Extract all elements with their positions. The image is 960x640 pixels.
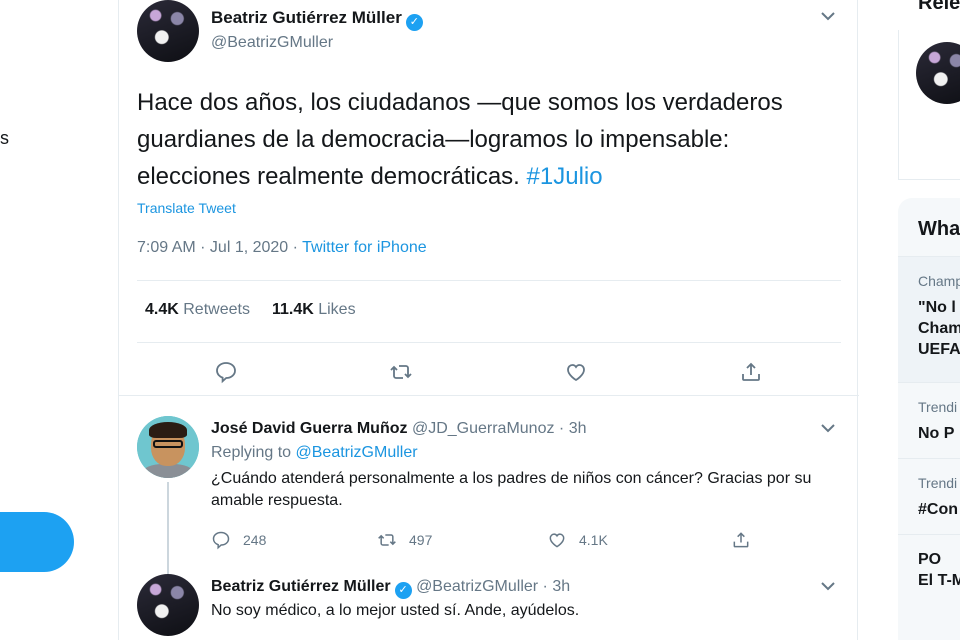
reply-author-row: José David Guerra Muñoz @JD_GuerraMunoz … <box>211 420 586 438</box>
reply-like-button[interactable]: 4.1K <box>547 528 608 552</box>
reply-text: No soy médico, a lo mejor usted sí. Ande… <box>211 602 580 619</box>
trend-title: No P <box>918 425 955 442</box>
trend-item[interactable]: PO El T-M <box>898 534 960 640</box>
reply-handle-time[interactable]: @BeatrizGMuller · 3h <box>416 578 570 595</box>
reply-button[interactable] <box>208 354 244 390</box>
reply-author-name[interactable]: José David Guerra Muñoz <box>211 420 408 437</box>
reply-tweet[interactable]: Beatriz Gutiérrez Müller ✓ @BeatrizGMulle… <box>119 564 859 640</box>
whats-happening-header: Wha <box>918 218 960 240</box>
retweets-label: Retweets <box>183 301 250 318</box>
reply-author-avatar[interactable] <box>137 416 199 478</box>
likes-count: 11.4K <box>271 301 314 318</box>
like-button[interactable] <box>558 354 594 390</box>
reply-text: ¿Cuándo atenderá personalmente a los pad… <box>211 470 812 509</box>
retweets-stat[interactable]: 4.4K Retweets <box>145 301 250 318</box>
reply-icon <box>212 531 230 550</box>
reply-tweet[interactable]: José David Guerra Muñoz @JD_GuerraMunoz … <box>119 404 859 578</box>
reply-reply-button[interactable]: 248 <box>211 528 266 552</box>
trend-item[interactable]: Champ "No l Cham UEFA <box>898 256 960 382</box>
chevron-down-icon[interactable] <box>821 420 835 436</box>
share-icon <box>733 532 749 548</box>
reply-retweet-button[interactable]: 497 <box>377 528 432 552</box>
divider <box>137 280 841 281</box>
chevron-down-icon[interactable] <box>821 8 835 24</box>
trend-item[interactable]: Trendi #Con <box>898 458 960 534</box>
retweets-count: 4.4K <box>145 301 179 318</box>
trend-category: Champ <box>918 273 960 289</box>
trend-title: #Con <box>918 501 958 518</box>
trend-title: "No l Cham UEFA <box>918 299 960 358</box>
author-handle[interactable]: @BeatrizGMuller <box>211 34 333 52</box>
tweet-timestamp[interactable]: 7:09 AM · Jul 1, 2020 · <box>137 239 302 256</box>
share-icon <box>742 362 760 381</box>
divider <box>137 342 841 343</box>
reply-icon <box>216 362 236 384</box>
reply-share-button[interactable] <box>731 528 763 552</box>
like-icon <box>549 533 565 548</box>
trend-item[interactable]: Trendi No P <box>898 382 960 458</box>
reply-author-row: Beatriz Gutiérrez Müller ✓ @BeatrizGMulle… <box>211 578 570 599</box>
retweet-icon <box>390 365 412 379</box>
tweet-compose-button[interactable] <box>0 512 74 572</box>
like-count: 4.1K <box>579 532 608 548</box>
reply-author-avatar[interactable] <box>137 574 199 636</box>
retweet-icon <box>378 534 396 546</box>
trend-category: Trendi <box>918 399 958 415</box>
retweet-button[interactable] <box>383 354 419 390</box>
relevant-people-header: Rele <box>918 0 960 14</box>
trend-title: PO El T-M <box>918 551 960 589</box>
retweet-count: 497 <box>409 532 433 548</box>
verified-badge-icon: ✓ <box>405 14 423 31</box>
author-name[interactable]: Beatriz Gutiérrez Müller <box>211 8 402 27</box>
tweet-stats: 4.4K Retweets 11.4K Likes <box>145 301 356 319</box>
tweet-source[interactable]: Twitter for iPhone <box>302 239 427 256</box>
tweet-body: Hace dos años, los ciudadanos —que somos… <box>137 89 783 190</box>
main-tweet: Beatriz Gutiérrez Müller ✓ @BeatrizGMulle… <box>119 0 859 396</box>
translate-tweet-link[interactable]: Translate Tweet <box>137 200 236 216</box>
reply-author-name[interactable]: Beatriz Gutiérrez Müller <box>211 578 391 595</box>
replying-to-handle[interactable]: @BeatrizGMuller <box>296 444 418 461</box>
like-icon <box>567 364 585 382</box>
tweet-text: Hace dos años, los ciudadanos —que somos… <box>137 84 847 195</box>
replying-to: Replying to @BeatrizGMuller <box>211 444 418 462</box>
verified-badge-icon: ✓ <box>394 582 412 599</box>
likes-stat[interactable]: 11.4K Likes <box>272 301 356 318</box>
reply-actions: 248 497 4.1K <box>211 528 771 552</box>
likes-label: Likes <box>318 301 356 318</box>
trend-category: Trendi <box>918 475 958 491</box>
tweet-detail-column: Beatriz Gutiérrez Müller ✓ @BeatrizGMulle… <box>118 0 859 640</box>
left-nav-fragment[interactable]: s <box>0 128 9 149</box>
chevron-down-icon[interactable] <box>821 578 835 594</box>
tweet-actions <box>119 354 859 390</box>
author-name-row[interactable]: Beatriz Gutiérrez Müller ✓ <box>211 8 423 31</box>
reply-handle-time[interactable]: @JD_GuerraMunoz · 3h <box>412 420 587 437</box>
whats-happening-panel: Wha Champ "No l Cham UEFA Trendi No P Tr… <box>898 198 960 640</box>
tweet-meta: 7:09 AM · Jul 1, 2020 · Twitter for iPho… <box>137 239 427 257</box>
author-avatar[interactable] <box>137 0 199 62</box>
hashtag-link[interactable]: #1Julio <box>527 163 603 190</box>
reply-count: 248 <box>243 532 267 548</box>
replying-to-label: Replying to <box>211 444 296 461</box>
share-button[interactable] <box>733 354 769 390</box>
